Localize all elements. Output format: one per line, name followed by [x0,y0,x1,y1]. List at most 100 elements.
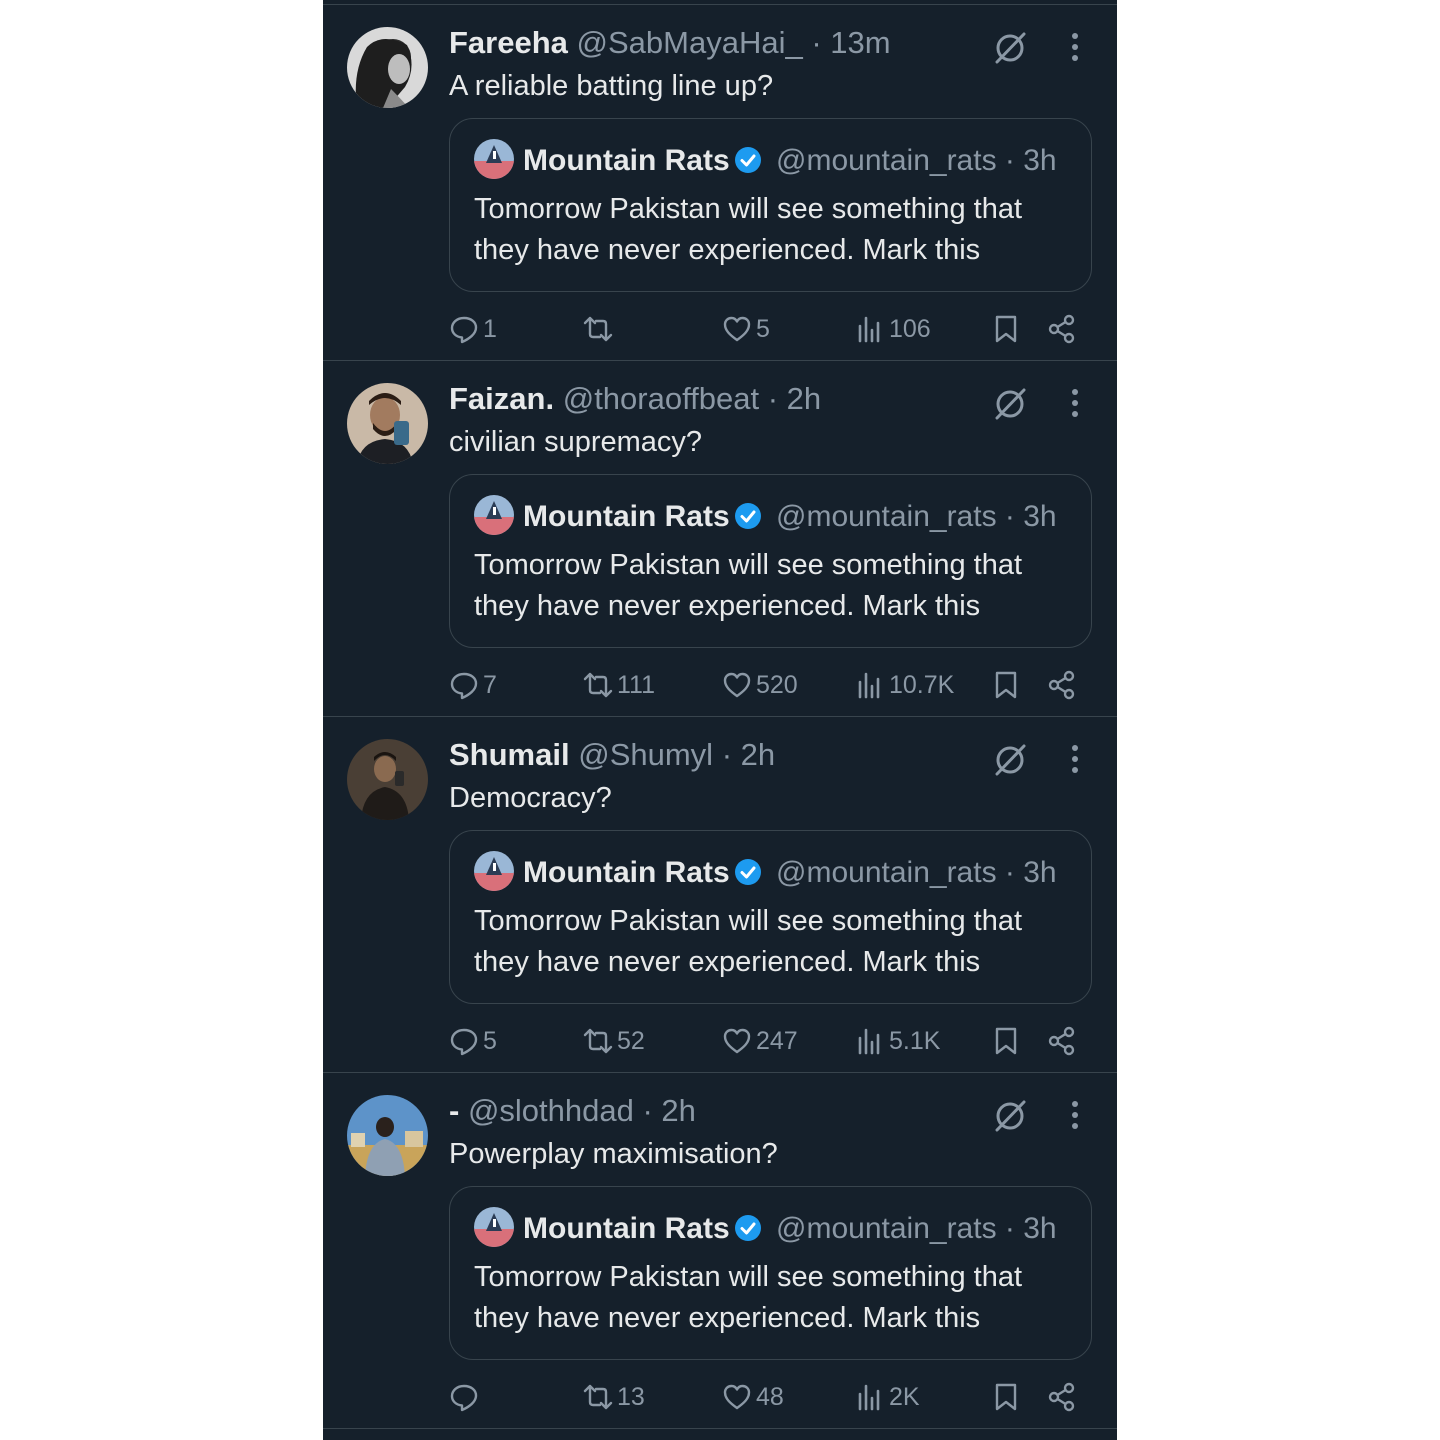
timestamp[interactable]: · 13m [811,25,890,60]
author-name[interactable]: - [449,1093,459,1128]
retweet-icon [583,672,613,698]
avatar[interactable] [347,739,428,820]
tweet[interactable]: Shumail @Shumyl · 2h Democracy? Mountain… [323,717,1117,1073]
retweet-count: 52 [617,1027,645,1055]
tweet-header: Shumail @Shumyl · 2h [449,735,775,775]
share-icon [1048,1026,1075,1056]
bookmark-icon [995,1383,1017,1411]
share-icon [1048,1382,1075,1412]
retweet-icon [583,1028,613,1054]
author-handle[interactable]: @SabMayaHai_ [577,25,803,60]
verified-badge-icon [734,1215,761,1241]
tweet-text: Democracy? [449,782,612,814]
quote-avatar[interactable] [474,851,514,891]
quote-text: Tomorrow Pakistan will see something tha… [474,1261,1023,1334]
action-bar: 13 48 2K [449,1377,1089,1417]
grok-icon[interactable] [991,29,1029,67]
reply-count: 5 [483,1027,497,1055]
verified-badge-icon [734,147,761,173]
quote-header: Mountain Rats @mountain_rats · 3h [523,141,1057,181]
quote-avatar[interactable] [474,1207,514,1247]
timestamp[interactable]: · 2h [643,1093,696,1128]
grok-icon[interactable] [991,1097,1029,1135]
quote-text: Tomorrow Pakistan will see something tha… [474,193,1023,266]
tweet-header: Faizan. @thoraoffbeat · 2h [449,379,821,419]
quoted-tweet[interactable]: Mountain Rats @mountain_rats · 3h Tomorr… [449,474,1092,648]
quote-text: Tomorrow Pakistan will see something tha… [474,549,1023,622]
quote-author-handle[interactable]: @mountain_rats [776,856,997,889]
quote-timestamp: · 3h [1004,1212,1057,1245]
quote-timestamp: · 3h [1004,856,1057,889]
retweet-icon [583,316,613,342]
author-name[interactable]: Shumail [449,737,570,772]
quote-author-handle[interactable]: @mountain_rats [776,144,997,177]
action-bar: 5 52 247 5.1K [449,1021,1089,1061]
quoted-tweet[interactable]: Mountain Rats @mountain_rats · 3h Tomorr… [449,118,1092,292]
reply-icon [450,672,478,700]
avatar[interactable] [347,1095,428,1176]
views-count: 5.1K [889,1027,941,1055]
like-icon [723,1384,751,1410]
quote-author-handle[interactable]: @mountain_rats [776,500,997,533]
author-handle[interactable]: @Shumyl [578,737,713,772]
tweet-text: civilian supremacy? [449,426,703,458]
quote-header: Mountain Rats @mountain_rats · 3h [523,1209,1057,1249]
quote-author-name[interactable]: Mountain Rats [523,856,730,889]
quote-header: Mountain Rats @mountain_rats · 3h [523,853,1057,893]
tweet[interactable]: Fareeha @SabMayaHai_ · 13m A reliable ba… [323,5,1117,361]
quote-author-name[interactable]: Mountain Rats [523,1212,730,1245]
verified-badge-icon [734,503,761,529]
author-name[interactable]: Fareeha [449,25,568,60]
avatar[interactable] [347,27,428,108]
reply-icon [450,316,478,344]
tweet[interactable]: - @slothhdad · 2h Powerplay maximisation… [323,1073,1117,1429]
quote-timestamp: · 3h [1004,144,1057,177]
timestamp[interactable]: · 2h [768,381,821,416]
more-icon[interactable] [1068,743,1082,775]
quote-avatar[interactable] [474,495,514,535]
reply-icon [450,1384,478,1412]
views-icon [858,1028,880,1055]
like-icon [723,316,751,342]
tweet-text: A reliable batting line up? [449,70,774,102]
quote-text: Tomorrow Pakistan will see something tha… [474,905,1023,978]
quote-header: Mountain Rats @mountain_rats · 3h [523,497,1057,537]
timestamp[interactable]: · 2h [722,737,775,772]
timeline-feed: Fareeha @SabMayaHai_ · 13m A reliable ba… [323,0,1117,1440]
quote-timestamp: · 3h [1004,500,1057,533]
tweet-text: Powerplay maximisation? [449,1138,778,1170]
bookmark-icon [995,1027,1017,1055]
like-count: 5 [756,315,770,343]
quote-avatar[interactable] [474,139,514,179]
author-name[interactable]: Faizan. [449,381,554,416]
avatar[interactable] [347,383,428,464]
share-icon [1048,670,1075,700]
retweet-icon [583,1384,613,1410]
action-bar: 7 111 520 10.7K [449,665,1089,705]
grok-icon[interactable] [991,741,1029,779]
reply-count: 7 [483,671,497,699]
tweet[interactable]: Faizan. @thoraoffbeat · 2h civilian supr… [323,361,1117,717]
quoted-tweet[interactable]: Mountain Rats @mountain_rats · 3h Tomorr… [449,1186,1092,1360]
more-icon[interactable] [1068,387,1082,419]
reply-icon [450,1028,478,1056]
like-icon [723,672,751,698]
views-icon [858,672,880,699]
more-icon[interactable] [1068,1099,1082,1131]
like-count: 48 [756,1383,784,1411]
retweet-count: 111 [617,671,656,699]
views-count: 106 [889,315,931,343]
bookmark-icon [995,671,1017,699]
author-handle[interactable]: @thoraoffbeat [563,381,759,416]
views-count: 10.7K [889,671,955,699]
quoted-tweet[interactable]: Mountain Rats @mountain_rats · 3h Tomorr… [449,830,1092,1004]
quote-author-name[interactable]: Mountain Rats [523,500,730,533]
tweet-header: Fareeha @SabMayaHai_ · 13m [449,23,891,63]
tweet-header: - @slothhdad · 2h [449,1091,696,1131]
like-icon [723,1028,751,1054]
grok-icon[interactable] [991,385,1029,423]
more-icon[interactable] [1068,31,1082,63]
quote-author-name[interactable]: Mountain Rats [523,144,730,177]
quote-author-handle[interactable]: @mountain_rats [776,1212,997,1245]
author-handle[interactable]: @slothhdad [468,1093,634,1128]
